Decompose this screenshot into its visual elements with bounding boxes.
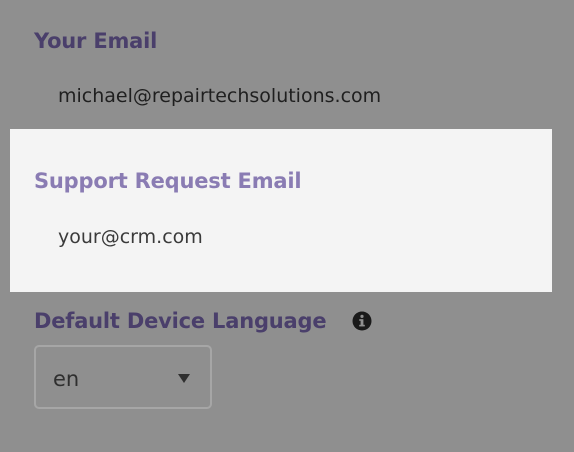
support-email-panel	[10, 129, 552, 292]
support-email-field[interactable]: your@crm.com	[58, 226, 203, 248]
chevron-down-icon	[178, 374, 190, 383]
info-circle-icon[interactable]	[352, 311, 372, 331]
device-language-select[interactable]: en	[34, 345, 212, 409]
your-email-label: Your Email	[34, 29, 158, 53]
device-language-selected: en	[53, 367, 80, 391]
device-language-label: Default Device Language	[34, 309, 327, 333]
support-email-label: Support Request Email	[34, 169, 302, 193]
your-email-value: michael@repairtechsolutions.com	[58, 85, 382, 107]
